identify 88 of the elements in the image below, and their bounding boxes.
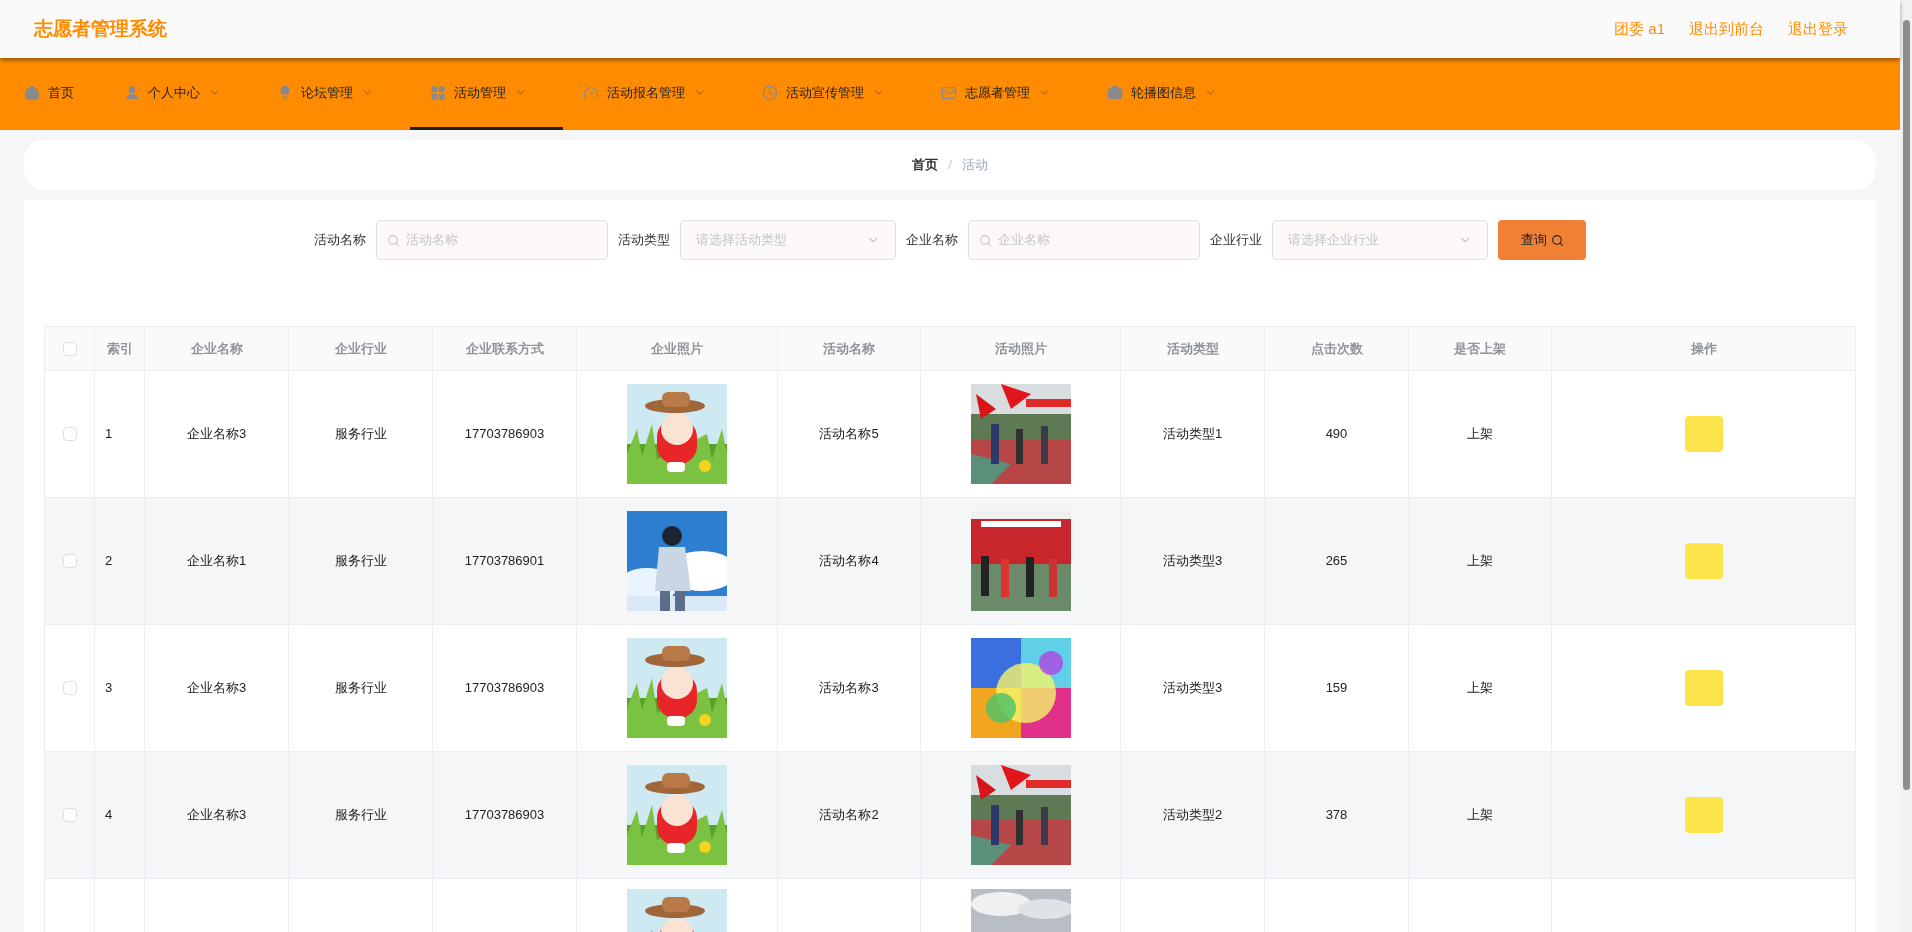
- table-cell-text: 活动类型2: [1162, 806, 1223, 825]
- column-header: 企业行业: [334, 339, 387, 358]
- mail-icon: [941, 84, 957, 101]
- action-button[interactable]: [1684, 797, 1723, 833]
- nav-tab[interactable]: 志愿者管理: [921, 58, 1087, 130]
- table-cell-text: 4: [105, 806, 113, 825]
- field-label: 活动类型: [618, 231, 670, 250]
- breadcrumb-item[interactable]: 首页: [912, 155, 939, 175]
- table-cell-text: 服务行业: [334, 806, 387, 825]
- column-header: 企业联系方式: [465, 339, 544, 358]
- table-cell-text: 活动类型1: [1162, 425, 1223, 444]
- select-field[interactable]: 请选择企业行业: [1272, 220, 1488, 260]
- search-icon: [979, 233, 992, 247]
- table-cell-text: 2: [105, 552, 113, 571]
- nav-tab[interactable]: 首页: [4, 58, 104, 130]
- column-header: 活动照片: [994, 339, 1047, 358]
- table-cell-text: 3: [105, 679, 113, 698]
- table-cell-text: 服务行业: [334, 552, 387, 571]
- table-cell-text: 17703786901: [464, 552, 545, 571]
- home-icon: [24, 84, 40, 101]
- nav-tab[interactable]: 活动宣传管理: [742, 58, 921, 130]
- checkbox[interactable]: [62, 341, 77, 356]
- briefcase-icon: [1107, 84, 1123, 101]
- search-button[interactable]: 查询: [1498, 220, 1586, 260]
- select-input[interactable]: 请选择企业行业: [1288, 230, 1458, 250]
- table-cell-text: 上架: [1467, 806, 1493, 825]
- app-title: 志愿者管理系统: [34, 16, 167, 41]
- column-header: 点击次数: [1310, 339, 1363, 358]
- table-cell-text: 活动类型3: [1162, 679, 1223, 698]
- checkbox[interactable]: [62, 681, 77, 695]
- bulb-icon: [277, 84, 293, 101]
- table-cell-text: 服务行业: [334, 679, 387, 698]
- field-label: 企业名称: [906, 231, 958, 250]
- table-cell-text: 1: [105, 425, 113, 444]
- table-cell-text: 上架: [1467, 425, 1493, 444]
- user-icon: [124, 84, 140, 101]
- nav-tab[interactable]: 轮播图信息: [1087, 58, 1253, 130]
- select-input[interactable]: 请选择活动类型: [696, 230, 866, 250]
- search-icon: [1550, 233, 1564, 247]
- action-button[interactable]: [1684, 543, 1723, 579]
- table-cell-text: 活动名称4: [819, 552, 879, 571]
- column-header: 索引: [106, 339, 133, 358]
- column-header: 活动类型: [1166, 339, 1219, 358]
- column-header: 活动名称: [823, 339, 875, 358]
- grid-icon: [430, 84, 446, 101]
- table-cell-text: 265: [1325, 552, 1348, 571]
- checkbox[interactable]: [62, 427, 77, 441]
- table-cell-text: 企业名称3: [186, 806, 247, 825]
- gauge-icon: [583, 84, 599, 101]
- table-cell-text: 企业名称3: [186, 679, 247, 698]
- table-cell-text: 490: [1325, 425, 1348, 444]
- search-icon: [387, 233, 400, 247]
- field-label: 活动名称: [314, 231, 366, 250]
- search-field[interactable]: 活动名称: [376, 220, 608, 260]
- column-header: 企业名称: [190, 339, 243, 358]
- nav-tab[interactable]: 论坛管理: [257, 58, 410, 130]
- table-cell-text: 活动名称3: [819, 679, 879, 698]
- search-field[interactable]: 企业名称: [968, 220, 1200, 260]
- table-cell-text: 378: [1325, 806, 1348, 825]
- column-header: 操作: [1690, 339, 1717, 358]
- table-cell-text: 活动名称5: [819, 425, 879, 444]
- table-cell-text: 17703786903: [464, 679, 545, 698]
- nav-tab[interactable]: 活动管理: [410, 58, 563, 130]
- table-cell-text: 17703786903: [464, 425, 545, 444]
- checkbox[interactable]: [62, 554, 77, 568]
- clock-icon: [762, 84, 778, 101]
- table-cell-text: 活动类型3: [1162, 552, 1223, 571]
- checkbox[interactable]: [62, 808, 77, 822]
- search-input[interactable]: 企业名称: [998, 230, 1189, 250]
- action-button[interactable]: [1684, 416, 1723, 452]
- table-cell-text: 服务行业: [334, 425, 387, 444]
- breadcrumb-separator: /: [948, 156, 952, 175]
- search-input[interactable]: 活动名称: [406, 230, 597, 250]
- table-cell-text: 活动名称2: [819, 806, 879, 825]
- table-cell-text: 上架: [1467, 552, 1493, 571]
- table-cell-text: 企业名称1: [186, 552, 247, 571]
- breadcrumb-item: 活动: [961, 156, 988, 175]
- table-cell-text: 17703786903: [464, 806, 545, 825]
- select-field[interactable]: 请选择活动类型: [680, 220, 896, 260]
- field-label: 企业行业: [1210, 231, 1262, 250]
- table-cell-text: 企业名称3: [186, 425, 247, 444]
- action-button[interactable]: [1684, 670, 1723, 706]
- nav-tab[interactable]: 活动报名管理: [563, 58, 742, 130]
- column-header: 企业照片: [651, 339, 703, 358]
- column-header: 是否上架: [1454, 339, 1506, 358]
- table-cell-text: 上架: [1467, 679, 1493, 698]
- table-cell-text: 159: [1325, 679, 1348, 698]
- nav-tab[interactable]: 个人中心: [104, 58, 257, 130]
